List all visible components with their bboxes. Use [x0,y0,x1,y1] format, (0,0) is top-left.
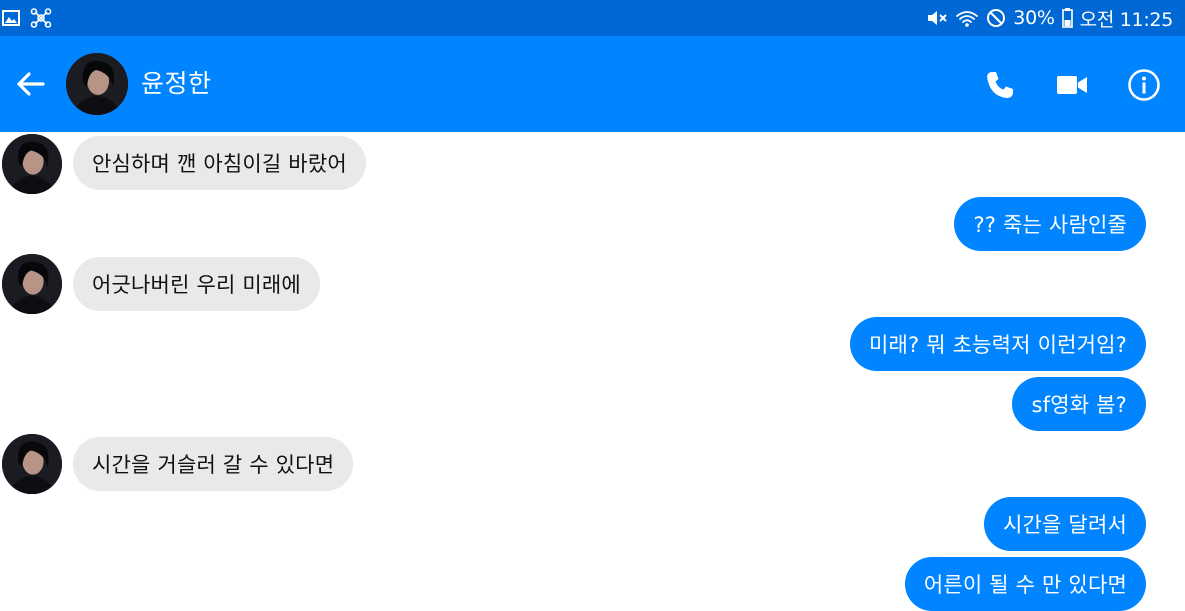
sender-avatar[interactable] [2,434,62,494]
sender-avatar[interactable] [2,134,62,194]
video-camera-icon [1057,76,1087,94]
outgoing-message[interactable]: sf영화 봄? [1012,377,1146,431]
outgoing-message[interactable]: ?? 죽는 사람인줄 [954,197,1146,251]
profile-photo-icon [66,53,128,115]
incoming-message[interactable]: 시간을 거슬러 갈 수 있다면 [73,437,354,491]
status-bar: 30% 오전 11:25 [0,0,1185,36]
back-button[interactable] [14,67,48,101]
status-left-icons [0,8,60,28]
do-not-disturb-icon [986,8,1006,28]
gallery-icon [2,10,20,26]
phone-icon [987,72,1013,98]
contact-avatar[interactable] [66,53,128,115]
wifi-icon [955,8,979,28]
contact-name[interactable]: 윤정한 [141,67,212,101]
voice-call-button[interactable] [980,65,1020,105]
message-thread[interactable]: 안심하며 깬 아침이길 바랐어 ?? 죽는 사람인줄 어긋나버린 우리 미래에 … [0,132,1185,611]
incoming-message[interactable]: 안심하며 깬 아침이길 바랐어 [73,136,366,190]
profile-photo-icon [2,134,62,194]
network-hub-icon [30,8,52,28]
conversation-header: 윤정한 [0,36,1185,132]
profile-photo-icon [2,254,62,314]
video-call-button[interactable] [1052,65,1092,105]
incoming-message[interactable]: 어긋나버린 우리 미래에 [73,257,320,311]
back-arrow-icon [17,72,45,96]
status-clock: 오전 11:25 [1079,8,1174,31]
outgoing-message[interactable]: 시간을 달려서 [984,497,1146,551]
info-icon [1128,69,1160,101]
battery-percent: 30% [1013,7,1055,29]
status-right: 30% 오전 11:25 [926,0,1173,36]
sender-avatar[interactable] [2,254,62,314]
mute-icon [926,8,948,28]
battery-icon [1061,8,1073,28]
info-button[interactable] [1124,65,1164,105]
outgoing-message[interactable]: 미래? 뭐 초능력저 이런거임? [849,317,1146,371]
outgoing-message[interactable]: 어른이 될 수 만 있다면 [904,557,1146,611]
profile-photo-icon [2,434,62,494]
